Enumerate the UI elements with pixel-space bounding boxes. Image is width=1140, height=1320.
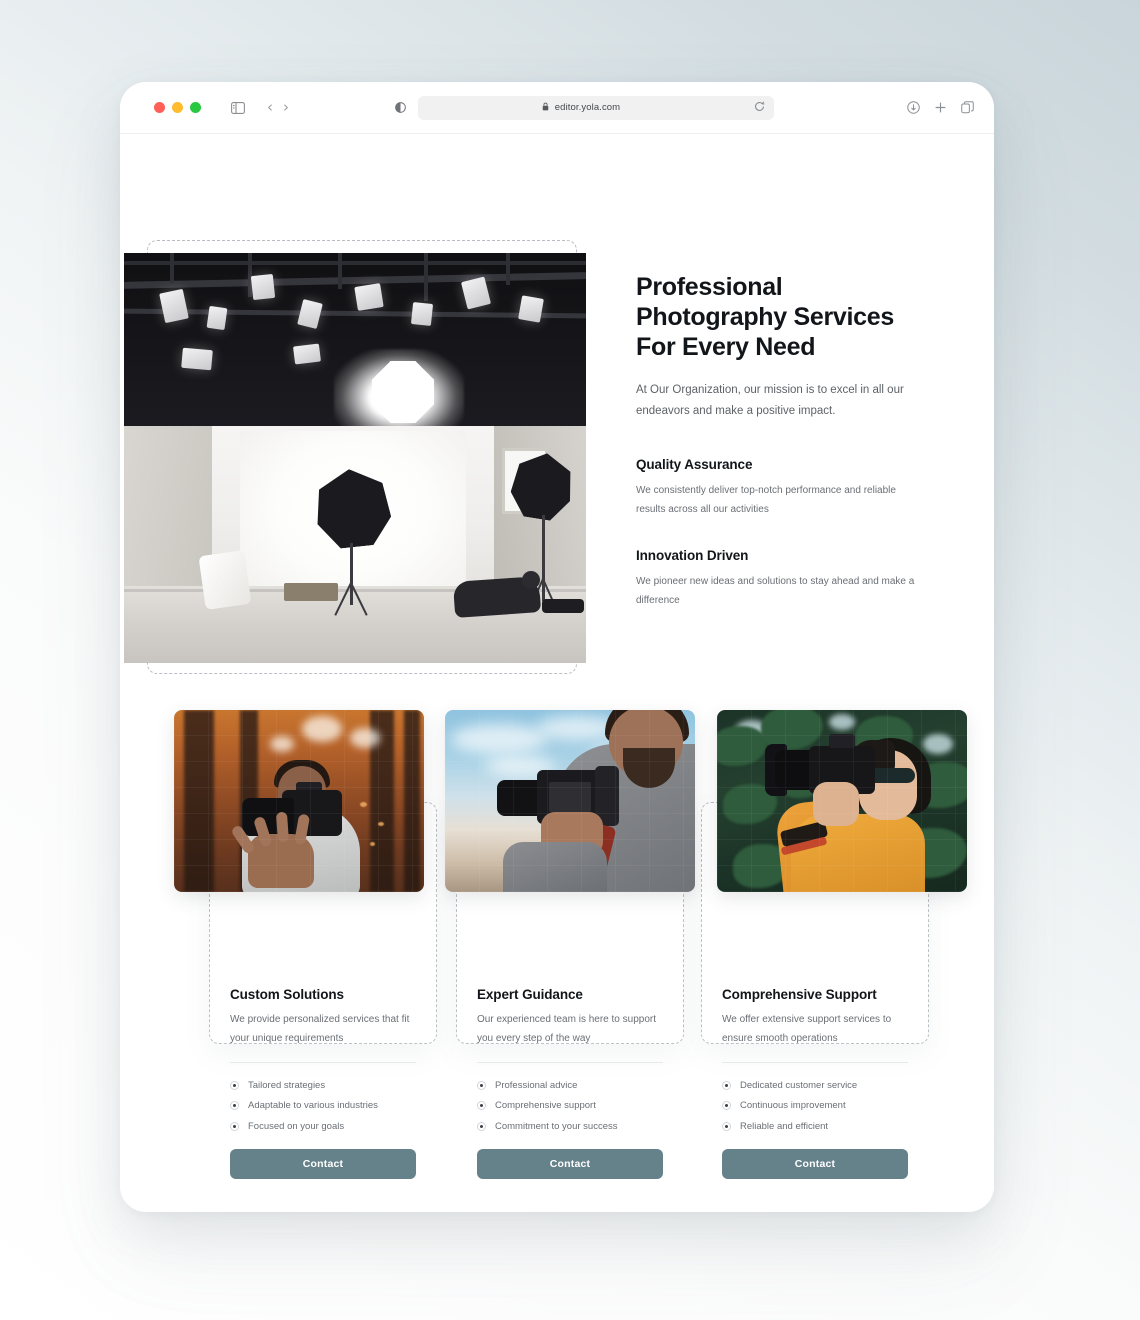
list-item: Tailored strategies: [230, 1075, 416, 1096]
bullet-icon: [477, 1121, 486, 1131]
bullet-icon: [230, 1080, 239, 1090]
feature-text: We consistently deliver top-notch perfor…: [636, 484, 896, 516]
card-description: Our experienced team is here to support …: [477, 1014, 656, 1044]
maximize-window-button[interactable]: [190, 102, 201, 113]
plus-icon[interactable]: [934, 101, 947, 114]
divider: [477, 1062, 663, 1063]
card-description: We provide personalized services that fi…: [230, 1014, 410, 1044]
toolbar-right-actions: [907, 101, 974, 114]
bullet-icon: [230, 1101, 239, 1111]
tab-overview-icon[interactable]: [961, 101, 974, 114]
download-icon[interactable]: [907, 101, 920, 114]
card-image-custom-solutions[interactable]: [174, 710, 424, 892]
list-item: Dedicated customer service: [722, 1075, 908, 1096]
list-item: Comprehensive support: [477, 1096, 663, 1117]
card-bullet-list: Dedicated customer service Continuous im…: [722, 1075, 908, 1137]
list-item: Focused on your goals: [230, 1116, 416, 1137]
navigation-arrows[interactable]: ‹ ›: [267, 100, 289, 115]
feature-quality-assurance: Quality Assurance We consistently delive…: [636, 457, 926, 520]
divider: [722, 1062, 908, 1063]
feature-title: Quality Assurance: [636, 456, 753, 472]
list-item-label: Adaptable to various industries: [248, 1100, 378, 1111]
feature-innovation-driven: Innovation Driven We pioneer new ideas a…: [636, 548, 926, 611]
list-item-label: Continuous improvement: [740, 1100, 846, 1111]
card-body: Expert Guidance Our experienced team is …: [457, 987, 683, 1179]
hero-text-block: Professional Photography Services For Ev…: [636, 272, 926, 611]
bullet-icon: [477, 1080, 486, 1090]
card-bullet-list: Professional advice Comprehensive suppor…: [477, 1075, 663, 1137]
hero-image[interactable]: [124, 253, 586, 663]
contact-button[interactable]: Contact: [477, 1148, 663, 1179]
card-bullet-list: Tailored strategies Adaptable to various…: [230, 1075, 416, 1137]
card-image-expert-guidance[interactable]: [445, 710, 695, 892]
sidebar-toggle-icon[interactable]: [231, 101, 245, 114]
bullet-icon: [722, 1101, 731, 1111]
card-body: Custom Solutions We provide personalized…: [210, 987, 436, 1179]
reload-icon[interactable]: [754, 101, 765, 115]
contact-button[interactable]: Contact: [230, 1148, 416, 1179]
card-image-comprehensive-support[interactable]: [717, 710, 967, 892]
hero-image-block[interactable]: [124, 240, 586, 674]
reader-contrast-icon[interactable]: [395, 102, 406, 113]
page-title: Professional Photography Services For Ev…: [636, 273, 894, 361]
list-item: Continuous improvement: [722, 1096, 908, 1117]
list-item: Reliable and efficient: [722, 1116, 908, 1137]
bullet-icon: [722, 1121, 731, 1131]
feature-title: Innovation Driven: [636, 547, 749, 563]
browser-window: ‹ › editor.yola.com Professional Photogr…: [120, 82, 994, 1212]
list-item-label: Comprehensive support: [495, 1100, 596, 1111]
list-item-label: Focused on your goals: [248, 1120, 345, 1132]
contact-button[interactable]: Contact: [722, 1148, 908, 1179]
forward-arrow-icon[interactable]: ›: [283, 100, 289, 115]
studio-illustration: [124, 253, 586, 663]
card-title: Comprehensive Support: [722, 987, 877, 1002]
close-window-button[interactable]: [154, 102, 165, 113]
card-title: Custom Solutions: [230, 987, 344, 1002]
list-item-label: Reliable and efficient: [740, 1120, 829, 1132]
divider: [230, 1062, 416, 1063]
window-controls: [154, 102, 201, 113]
card-description: We offer extensive support services to e…: [722, 1014, 892, 1044]
bullet-icon: [722, 1080, 731, 1090]
feature-text: We pioneer new ideas and solutions to st…: [636, 575, 915, 607]
bullet-icon: [230, 1121, 239, 1131]
list-item: Professional advice: [477, 1075, 663, 1096]
list-item-label: Professional advice: [495, 1079, 578, 1091]
hero-subtitle: At Our Organization, our mission is to e…: [636, 384, 904, 418]
card-body: Comprehensive Support We offer extensive…: [702, 987, 928, 1179]
minimize-window-button[interactable]: [172, 102, 183, 113]
address-bar[interactable]: editor.yola.com: [418, 95, 774, 120]
url-text: editor.yola.com: [554, 102, 621, 113]
list-item-label: Commitment to your success: [495, 1120, 618, 1132]
website-canvas: Professional Photography Services For Ev…: [120, 134, 994, 1212]
list-item: Adaptable to various industries: [230, 1096, 416, 1117]
back-arrow-icon[interactable]: ‹: [267, 100, 273, 115]
bullet-icon: [477, 1101, 486, 1111]
list-item: Commitment to your success: [477, 1116, 663, 1137]
list-item-label: Dedicated customer service: [740, 1079, 858, 1091]
list-item-label: Tailored strategies: [248, 1079, 326, 1091]
card-title: Expert Guidance: [477, 987, 583, 1002]
browser-toolbar: ‹ › editor.yola.com: [120, 82, 994, 134]
